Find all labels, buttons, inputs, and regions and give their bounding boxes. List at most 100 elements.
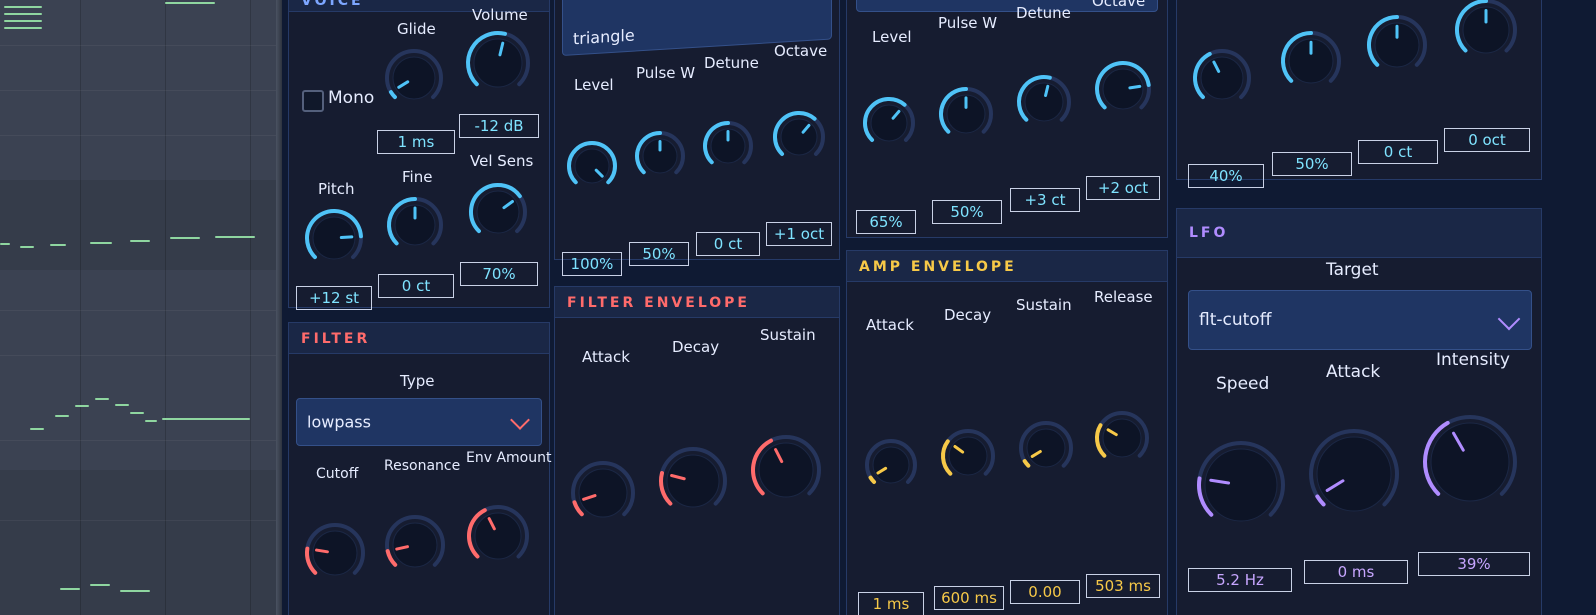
- osc3-octave-value[interactable]: 0 oct: [1444, 128, 1530, 152]
- lfo-target-select[interactable]: flt-cutoff: [1188, 290, 1532, 350]
- filter-env-decay-knob[interactable]: [658, 446, 728, 516]
- note[interactable]: [20, 246, 34, 248]
- roll-lane: [0, 180, 282, 270]
- note[interactable]: [130, 240, 150, 242]
- osc2-octave-value[interactable]: +2 oct: [1086, 176, 1160, 200]
- note[interactable]: [170, 237, 200, 239]
- osc1-detune-knob[interactable]: [702, 120, 754, 172]
- note[interactable]: [4, 6, 42, 8]
- osc3-level-knob[interactable]: [1192, 48, 1252, 108]
- fine-knob[interactable]: [386, 196, 444, 254]
- osc2-pulse-w-value[interactable]: 50%: [932, 200, 1002, 224]
- knob-body: [476, 190, 520, 234]
- osc3-pulse-w-knob[interactable]: [1280, 30, 1342, 92]
- amp-release-knob[interactable]: [1094, 410, 1150, 466]
- mono-label: Mono: [328, 88, 375, 108]
- osc2-level-value[interactable]: 65%: [856, 210, 916, 234]
- osc2-level-knob[interactable]: [862, 96, 916, 150]
- lfo-intensity-value[interactable]: 39%: [1418, 552, 1530, 576]
- osc3-pulse-w-value[interactable]: 50%: [1272, 152, 1352, 176]
- note[interactable]: [4, 20, 42, 22]
- cutoff-knob[interactable]: [304, 522, 366, 584]
- knob-body: [392, 56, 436, 100]
- volume-label: Volume: [472, 6, 528, 24]
- note[interactable]: [55, 415, 69, 417]
- mono-checkbox[interactable]: [302, 90, 324, 112]
- lfo-speed-knob[interactable]: [1196, 440, 1286, 530]
- osc1-level-value[interactable]: 100%: [562, 252, 622, 276]
- note[interactable]: [215, 236, 255, 238]
- osc1-octave-knob[interactable]: [772, 110, 826, 164]
- knob-body: [1024, 82, 1064, 122]
- env-amount-knob[interactable]: [466, 504, 530, 568]
- note[interactable]: [120, 590, 150, 592]
- vel-sens-knob[interactable]: [468, 182, 528, 242]
- osc1-octave-value[interactable]: +1 oct: [766, 222, 832, 246]
- note[interactable]: [145, 420, 157, 422]
- amp-decay-knob[interactable]: [940, 428, 996, 484]
- note[interactable]: [4, 13, 42, 15]
- note[interactable]: [130, 412, 144, 414]
- note[interactable]: [115, 404, 129, 406]
- cutoff-label: Cutoff: [316, 466, 359, 482]
- osc1-level-knob[interactable]: [566, 140, 618, 192]
- note[interactable]: [162, 418, 250, 420]
- note[interactable]: [90, 584, 110, 586]
- filter-env-attack-knob[interactable]: [570, 460, 636, 526]
- amp-attack-value[interactable]: 1 ms: [858, 592, 924, 615]
- filter-type-select[interactable]: lowpass: [296, 398, 542, 446]
- osc3-level-value[interactable]: 40%: [1188, 164, 1264, 188]
- knob-pointer: [339, 235, 354, 240]
- amp-attack-knob[interactable]: [864, 438, 918, 492]
- osc3-detune-knob[interactable]: [1366, 14, 1428, 76]
- pitch-knob[interactable]: [304, 208, 364, 268]
- osc1-detune-value[interactable]: 0 ct: [696, 232, 760, 256]
- glide-knob[interactable]: [384, 48, 444, 108]
- osc1-octave-label: Octave: [774, 42, 828, 60]
- piano-roll[interactable]: [0, 0, 282, 615]
- fine-value[interactable]: 0 ct: [378, 274, 454, 298]
- lfo-attack-knob[interactable]: [1308, 428, 1400, 520]
- pitch-value[interactable]: +12 st: [296, 286, 372, 310]
- lfo-attack-value[interactable]: 0 ms: [1304, 560, 1408, 584]
- lfo-intensity-knob[interactable]: [1422, 414, 1518, 510]
- volume-value[interactable]: -12 dB: [459, 114, 539, 138]
- amp-sustain-knob[interactable]: [1018, 420, 1074, 476]
- knob-body: [758, 442, 814, 498]
- note[interactable]: [60, 588, 80, 590]
- osc3-octave-knob[interactable]: [1454, 0, 1518, 62]
- glide-value[interactable]: 1 ms: [377, 130, 455, 154]
- chevron-down-icon: [510, 410, 530, 430]
- volume-knob[interactable]: [465, 30, 531, 96]
- osc1-pulse-w-label: Pulse W: [636, 64, 696, 82]
- knob-pointer: [1128, 84, 1142, 90]
- filter-env-sustain-knob[interactable]: [750, 434, 822, 506]
- amp-release-value[interactable]: 503 ms: [1086, 574, 1160, 598]
- knob-body: [312, 530, 358, 576]
- osc2-detune-value[interactable]: +3 ct: [1010, 188, 1080, 212]
- osc1-pulse-w-knob[interactable]: [634, 130, 686, 182]
- note[interactable]: [75, 405, 89, 407]
- note[interactable]: [4, 27, 42, 29]
- osc2-pulse-w-knob[interactable]: [938, 86, 994, 142]
- amp-sustain-value[interactable]: 0.00: [1010, 580, 1080, 604]
- note[interactable]: [95, 398, 109, 400]
- osc1-pulse-w-value[interactable]: 50%: [629, 242, 689, 266]
- knob-value-arc: [388, 90, 397, 100]
- note[interactable]: [50, 244, 66, 246]
- note[interactable]: [30, 428, 44, 430]
- lfo-speed-value[interactable]: 5.2 Hz: [1188, 568, 1292, 592]
- amp-decay-value[interactable]: 600 ms: [934, 586, 1004, 610]
- osc2-octave-knob[interactable]: [1094, 60, 1152, 118]
- osc2-detune-knob[interactable]: [1016, 74, 1072, 130]
- vel-sens-value[interactable]: 70%: [460, 262, 538, 286]
- resonance-knob[interactable]: [384, 514, 446, 576]
- osc3-detune-value[interactable]: 0 ct: [1358, 140, 1438, 164]
- note[interactable]: [0, 243, 10, 245]
- note[interactable]: [90, 242, 112, 244]
- note[interactable]: [165, 2, 215, 4]
- filter-title: FILTER: [301, 331, 371, 347]
- filter-type-label: Type: [400, 372, 435, 390]
- lfo-speed-label: Speed: [1216, 374, 1270, 394]
- knob-body: [473, 38, 523, 88]
